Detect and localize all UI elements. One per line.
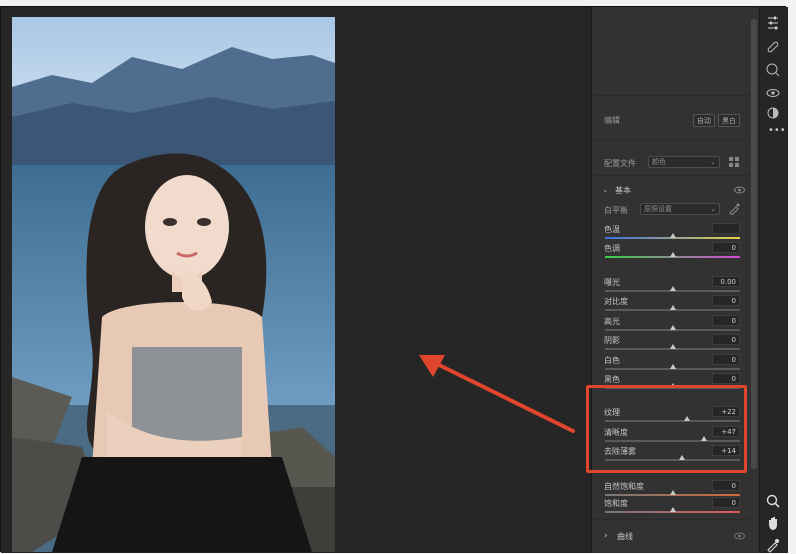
slider-value-input[interactable]: 0: [712, 242, 740, 253]
slider-thumb[interactable]: [669, 507, 676, 512]
chevron-down-icon: ⌄: [710, 158, 716, 166]
slider-value-input[interactable]: 0: [712, 334, 740, 345]
white-balance-dropdown[interactable]: 原照设置 ⌄: [640, 203, 720, 215]
eye-icon[interactable]: [765, 85, 781, 101]
black-white-button[interactable]: 黑白: [718, 114, 740, 127]
redeye-icon[interactable]: [765, 105, 781, 121]
white-balance-value: 原照设置: [644, 205, 672, 213]
more-icon[interactable]: •••: [768, 125, 786, 136]
slider-label: 饱和度: [604, 499, 628, 508]
profile-browser-icon[interactable]: [729, 157, 740, 168]
slider-value-input[interactable]: 0: [712, 315, 740, 326]
photo-preview: [12, 17, 335, 552]
slider-label: 色温: [604, 225, 620, 234]
slider-label: 曝光: [604, 278, 620, 287]
profile-value: 颜色: [652, 158, 666, 166]
healing-icon[interactable]: [765, 39, 781, 55]
eye-icon[interactable]: [734, 186, 745, 194]
slider-value-input[interactable]: 0: [712, 480, 740, 491]
profile-label: 配置文件: [604, 159, 636, 168]
panel-scrollbar[interactable]: [751, 19, 757, 469]
slider-thumb[interactable]: [669, 252, 676, 257]
chevron-right-icon[interactable]: ›: [604, 531, 608, 541]
zoom-icon[interactable]: [765, 493, 781, 509]
eyedropper-icon[interactable]: [728, 203, 740, 215]
white-balance-label: 白平衡: [604, 206, 628, 215]
slider-value-input[interactable]: 0: [712, 497, 740, 508]
slider-label: 对比度: [604, 297, 628, 306]
slider-value-input[interactable]: 0.00: [712, 276, 740, 287]
slider-label: 自然饱和度: [604, 482, 644, 491]
slider-label: 色调: [604, 244, 620, 253]
image-canvas[interactable]: [1, 7, 591, 553]
slider-value-input[interactable]: 0: [712, 373, 740, 384]
highlight-box: [586, 385, 747, 473]
slider-value-input[interactable]: [712, 223, 740, 234]
chevron-down-icon[interactable]: ⌄: [602, 185, 609, 194]
slider-thumb[interactable]: [669, 305, 676, 310]
slider-label: 阴影: [604, 336, 620, 345]
slider-thumb[interactable]: [669, 233, 676, 238]
mask-icon[interactable]: [765, 62, 781, 78]
slider-thumb[interactable]: [669, 364, 676, 369]
slider-thumb[interactable]: [669, 325, 676, 330]
annotation-arrow: [419, 355, 575, 433]
auto-button[interactable]: 自动: [693, 114, 715, 127]
eye-icon[interactable]: [734, 532, 745, 540]
app-window: 编辑 自动 黑白 配置文件 颜色 ⌄ ⌄ 基本 白平衡 原照设置 ⌄ 色温色调 0 曝光…: [0, 6, 788, 553]
basic-section-title[interactable]: 基本: [615, 185, 631, 196]
sampler-icon[interactable]: [765, 537, 781, 553]
hand-icon[interactable]: [765, 515, 781, 531]
chevron-down-icon: ⌄: [710, 205, 716, 213]
slider-label: 白色: [604, 356, 620, 365]
edit-label: 编辑: [604, 116, 620, 125]
slider-thumb[interactable]: [669, 490, 676, 495]
slider-value-input[interactable]: 0: [712, 295, 740, 306]
profile-dropdown[interactable]: 颜色 ⌄: [648, 156, 720, 168]
slider-label: 黑色: [604, 375, 620, 384]
curves-section-title[interactable]: 曲线: [617, 531, 633, 542]
slider-thumb[interactable]: [669, 286, 676, 291]
slider-label: 高光: [604, 317, 620, 326]
slider-value-input[interactable]: 0: [712, 354, 740, 365]
sliders-icon[interactable]: [765, 15, 781, 31]
slider-thumb[interactable]: [669, 344, 676, 349]
